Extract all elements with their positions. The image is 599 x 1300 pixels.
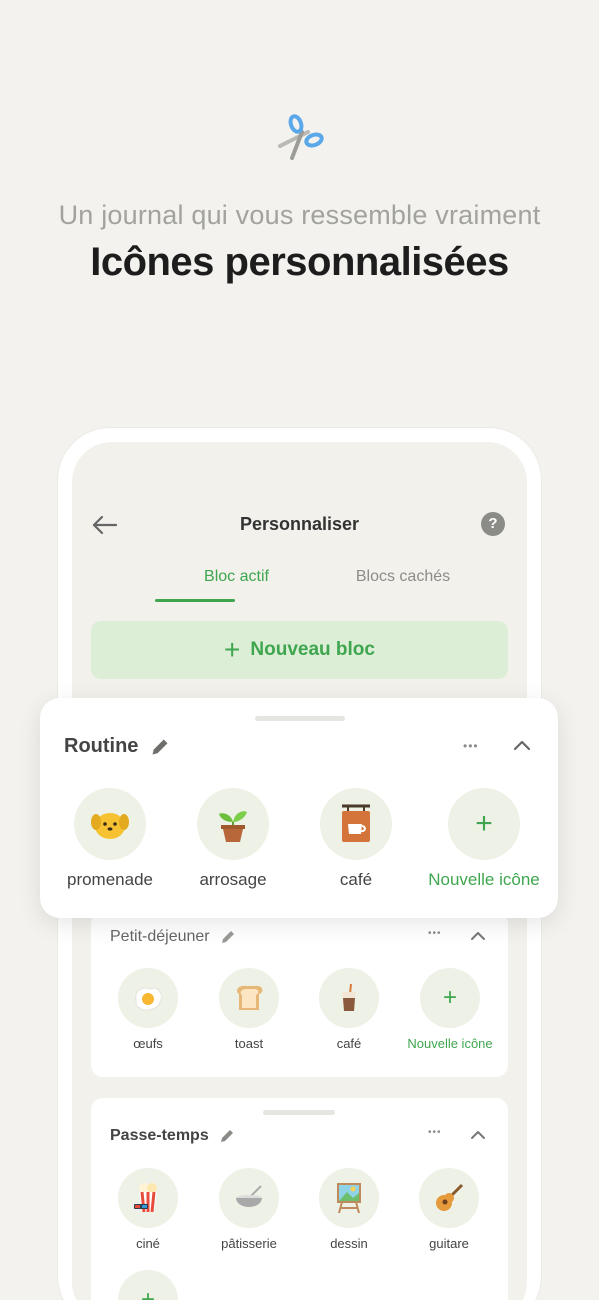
add-icon-button[interactable]: + Nouvelle icône [391, 968, 509, 1051]
add-icon-button[interactable]: + Nouvelle icône [420, 788, 548, 890]
item-label: ciné [136, 1236, 160, 1251]
item-label: œufs [133, 1036, 163, 1051]
pencil-icon[interactable] [150, 737, 170, 757]
cafe-sign-icon [320, 788, 392, 860]
more-options-icon[interactable]: ••• [428, 1127, 442, 1138]
breakfast-title: Petit-déjeuner [110, 928, 210, 945]
add-icon-label: Nouvelle icône [428, 870, 540, 889]
hobbies-title-row: Passe-temps [110, 1127, 235, 1145]
tab-active-block[interactable]: Bloc actif [155, 568, 318, 586]
routine-title-row: Routine [64, 735, 170, 758]
scissors-icon [278, 114, 324, 160]
breakfast-title-row: Petit-déjeuner [110, 928, 236, 946]
item-label: toast [234, 1036, 264, 1051]
new-block-button[interactable]: + Nouveau bloc [91, 621, 508, 679]
chevron-up-icon[interactable] [470, 930, 486, 942]
icon-item-cinema[interactable]: ciné [108, 1168, 188, 1251]
toast-icon [219, 968, 279, 1028]
iced-coffee-icon [319, 968, 379, 1028]
plant-pot-icon [197, 788, 269, 860]
chevron-up-icon[interactable] [512, 738, 532, 752]
screen-title: Personnaliser [239, 514, 360, 534]
item-label: promenade [66, 870, 153, 889]
hobbies-title: Passe-temps [110, 1127, 209, 1144]
guitar-icon [419, 1168, 479, 1228]
item-label: café [336, 1036, 362, 1051]
more-options-icon[interactable]: ••• [428, 928, 442, 939]
add-icon-button[interactable]: + [108, 1270, 188, 1300]
hero-headline: Icônes personnalisées [90, 240, 509, 284]
chevron-up-icon[interactable] [470, 1129, 486, 1141]
plus-icon: + [224, 634, 241, 665]
tab-underline [155, 599, 235, 602]
icon-item-eggs[interactable]: œufs [108, 968, 188, 1051]
plus-icon: + [420, 968, 480, 1028]
dog-icon [74, 788, 146, 860]
item-label: arrosage [199, 870, 267, 889]
icon-item-toast[interactable]: toast [209, 968, 289, 1051]
drag-handle[interactable] [255, 716, 345, 721]
icon-item-walk[interactable]: promenade [60, 788, 160, 890]
help-icon[interactable]: ? [481, 512, 505, 536]
routine-card: Routine ••• promenade arrosage café + No… [40, 698, 558, 918]
new-block-label: Nouveau bloc [250, 639, 375, 660]
plus-icon: + [448, 788, 520, 860]
egg-icon [118, 968, 178, 1028]
item-label: café [339, 870, 373, 889]
pencil-icon[interactable] [219, 1128, 235, 1144]
hobbies-card: Passe-temps ••• ciné pâtisserie dessin g… [91, 1098, 508, 1300]
top-bar: Personnaliser ? [72, 504, 527, 544]
icon-item-cafe[interactable]: café [306, 788, 406, 890]
more-options-icon[interactable]: ••• [463, 739, 479, 753]
icon-item-coffee[interactable]: café [309, 968, 389, 1051]
drag-handle[interactable] [263, 1110, 335, 1115]
plus-icon: + [118, 1270, 178, 1300]
add-icon-label: Nouvelle icône [407, 1036, 493, 1051]
item-label: dessin [330, 1236, 368, 1251]
pencil-icon[interactable] [220, 929, 236, 945]
hero-subtitle: Un journal qui vous ressemble vraiment [58, 200, 541, 230]
item-label: guitare [429, 1236, 469, 1251]
routine-title: Routine [64, 735, 139, 757]
tab-hidden-blocks[interactable]: Blocs cachés [322, 568, 484, 586]
icon-item-pastry[interactable]: pâtisserie [209, 1168, 289, 1251]
icon-item-drawing[interactable]: dessin [309, 1168, 389, 1251]
icon-item-watering[interactable]: arrosage [183, 788, 283, 890]
item-label: pâtisserie [221, 1236, 277, 1251]
easel-icon [319, 1168, 379, 1228]
breakfast-card: Petit-déjeuner ••• œufs toast café + Nou… [91, 912, 508, 1077]
popcorn-icon [118, 1168, 178, 1228]
icon-item-guitar[interactable]: guitare [409, 1168, 489, 1251]
mixing-bowl-icon [219, 1168, 279, 1228]
